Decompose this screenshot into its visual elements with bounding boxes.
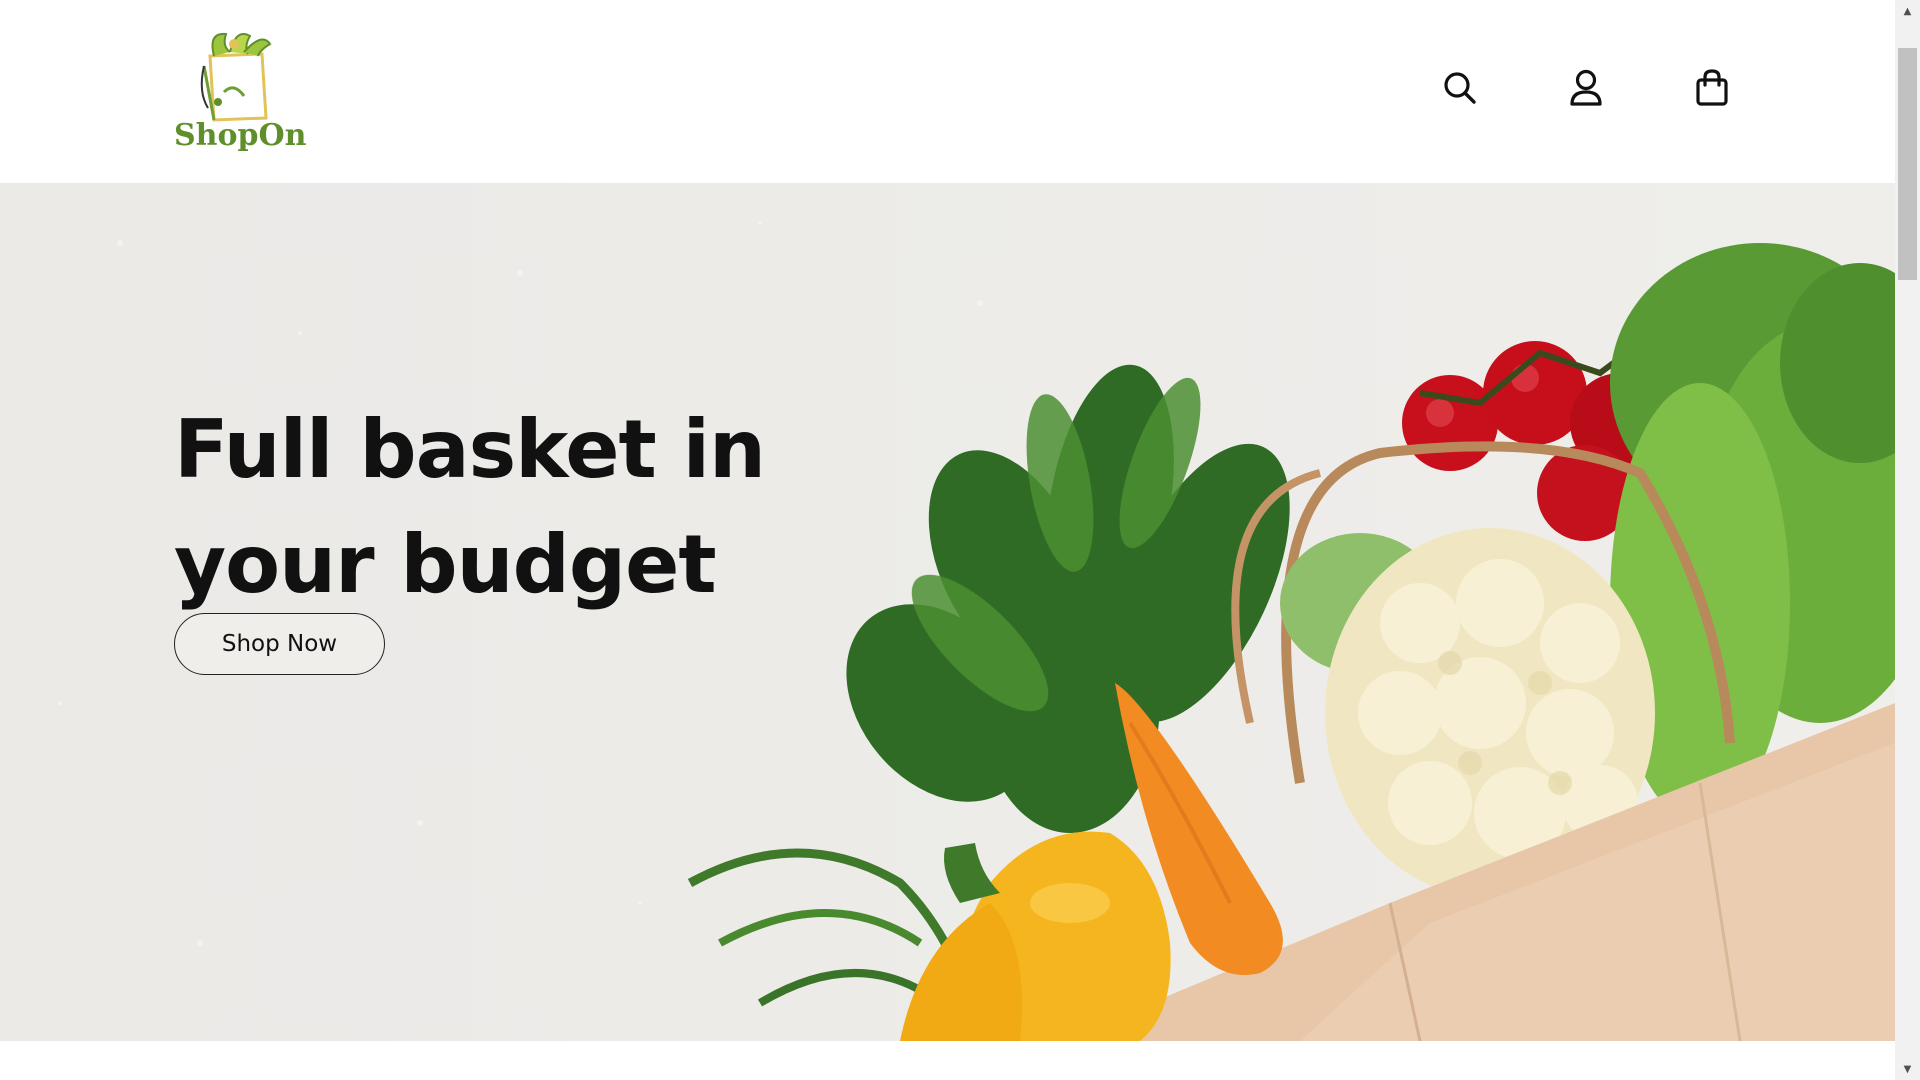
search-icon: [1444, 72, 1476, 104]
hero-title-line-2: your budget: [174, 517, 717, 611]
user-icon: [1570, 69, 1602, 106]
shop-now-button[interactable]: Shop Now: [174, 613, 385, 675]
site-header: ShopOn: [0, 0, 1895, 183]
page-scrollbar[interactable]: ▲ ▼: [1895, 0, 1920, 1080]
page: ShopOn Full basket in your budget Shop N…: [0, 0, 1895, 1080]
hero-title-line-1: Full basket in: [174, 402, 766, 496]
hero-banner: Full basket in your budget Shop Now: [0, 183, 1895, 1041]
search-button[interactable]: [1438, 66, 1482, 110]
hero-title: Full basket in your budget: [174, 392, 874, 622]
scroll-thumb[interactable]: [1898, 48, 1917, 280]
grocery-bag-logo-icon: [200, 32, 272, 122]
shopping-bag-icon: [1696, 69, 1728, 106]
brand-logo[interactable]: ShopOn: [174, 22, 307, 158]
brand-name: ShopOn: [174, 118, 307, 153]
account-button[interactable]: [1564, 66, 1608, 110]
scroll-up-arrow-icon[interactable]: ▲: [1895, 0, 1920, 22]
scroll-down-arrow-icon[interactable]: ▼: [1895, 1058, 1920, 1080]
cart-button[interactable]: [1690, 66, 1734, 110]
